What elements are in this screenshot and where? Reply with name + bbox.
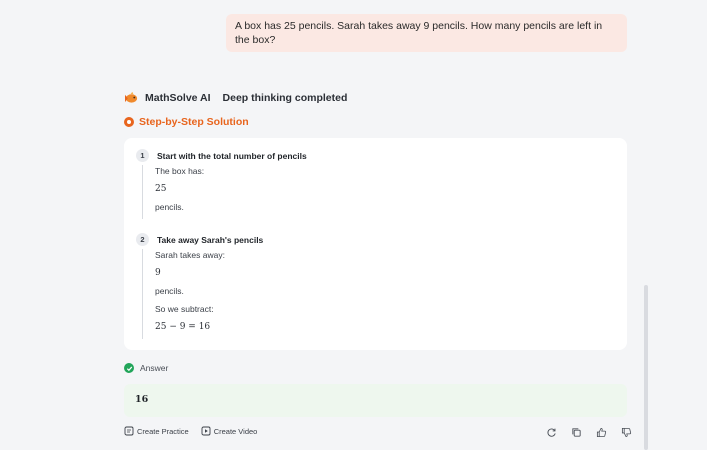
solution-step: 2 Take away Sarah's pencils Sarah takes … [136,233,263,339]
step-math: 9 [155,268,161,278]
answer-label: Answer [140,363,169,373]
step-line: pencils. [155,202,184,212]
step-number: 1 [136,149,149,162]
assistant-header: MathSolve AI Deep thinking completed [124,91,347,104]
practice-icon [124,426,134,436]
fish-logo-icon [125,91,138,103]
step-number: 2 [136,233,149,246]
create-video-label: Create Video [213,426,258,436]
create-practice-label: Create Practice [137,426,189,436]
create-practice-button[interactable]: Create Practice [124,426,189,436]
chat-page: A box has 25 pencils. Sarah takes away 9… [0,0,707,450]
solution-title: Step-by-Step Solution [139,116,249,128]
scrollbar[interactable] [644,285,648,450]
solution-card: 1 Start with the total number of pencils… [124,138,627,350]
step-equation: 25 − 9 = 16 [155,322,211,332]
step-line: pencils. [155,286,184,296]
thumbs-down-icon[interactable] [621,427,632,438]
copy-icon[interactable] [571,427,582,438]
step-title: Take away Sarah's pencils [157,234,264,245]
assistant-name: MathSolve AI [145,91,211,104]
check-circle-icon [124,363,134,373]
solution-step: 1 Start with the total number of pencils… [136,149,307,219]
answer-heading: Answer [124,363,168,373]
step-body: Sarah takes away: 9 pencils. So we subtr… [142,249,263,339]
answer-value: 16 [124,384,627,417]
solution-heading: Step-by-Step Solution [124,116,249,128]
step-header: 1 Start with the total number of pencils [136,149,307,162]
step-line: Sarah takes away: [155,250,225,260]
step-body: The box has: 25 pencils. [142,165,307,219]
step-math: 25 [155,184,167,194]
step-header: 2 Take away Sarah's pencils [136,233,263,246]
step-title: Start with the total number of pencils [157,150,307,161]
step-line: The box has: [155,166,205,176]
message-tools [546,427,632,438]
user-message: A box has 25 pencils. Sarah takes away 9… [226,14,627,52]
video-icon [201,426,211,436]
bullet-icon [124,117,134,127]
thumbs-up-icon[interactable] [596,427,607,438]
assistant-status: Deep thinking completed [222,91,348,104]
step-line: So we subtract: [155,304,214,314]
create-video-button[interactable]: Create Video [201,426,258,436]
refresh-icon[interactable] [546,427,557,438]
action-bar: Create Practice Create Video [124,426,257,436]
